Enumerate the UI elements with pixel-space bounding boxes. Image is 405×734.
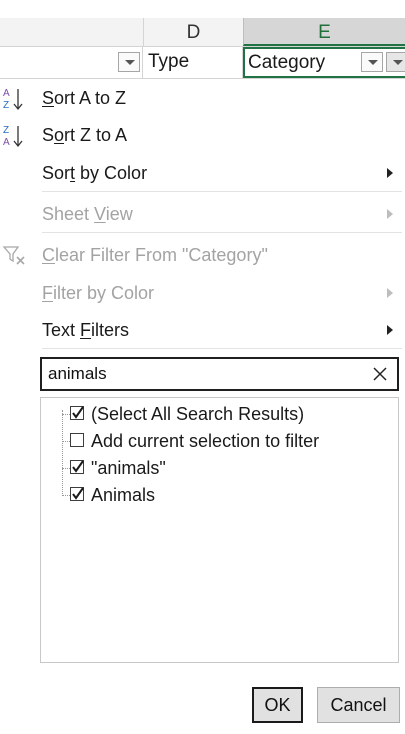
header-cell-category[interactable]: Category	[243, 47, 405, 78]
sort-z-to-a-label: Sort Z to A	[42, 125, 128, 145]
tree-connector	[62, 414, 70, 415]
menu-divider	[42, 348, 402, 349]
list-item-add-selection[interactable]: Add current selection to filter	[41, 428, 396, 454]
sort-a-to-z-label: Sort A to Z	[42, 88, 127, 108]
tree-connector	[62, 468, 70, 469]
sort-a-to-z-icon: A Z	[2, 86, 28, 112]
menu-item-filter-by-color: Filter by Color	[0, 275, 405, 311]
checkbox-select-all[interactable]	[70, 406, 84, 420]
sort-z-to-a-icon: Z A	[2, 123, 28, 149]
menu-item-sort-by-color[interactable]: Sort by Color	[0, 155, 405, 191]
list-item-select-all[interactable]: (Select All Search Results)	[41, 401, 396, 427]
text-filters-label: Text Filters	[42, 320, 130, 340]
svg-text:Z: Z	[3, 125, 9, 136]
checkbox-animals[interactable]	[70, 487, 84, 501]
svg-text:A: A	[3, 137, 10, 148]
menu-item-sort-a-to-z[interactable]: A Z Sort A to Z	[0, 80, 405, 116]
cancel-button[interactable]: Cancel	[317, 687, 400, 723]
header-cell-c[interactable]	[0, 47, 143, 78]
tree-connector	[62, 495, 70, 496]
column-header-d[interactable]: D	[143, 18, 243, 46]
sort-by-color-label: Sort by Color	[42, 163, 148, 183]
list-item-animals-quoted[interactable]: "animals"	[41, 455, 396, 481]
submenu-arrow-icon	[387, 209, 393, 219]
filter-dropdown-button-c[interactable]	[118, 52, 140, 72]
svg-text:Z: Z	[3, 100, 9, 111]
submenu-arrow-icon	[387, 288, 393, 298]
checkbox-animals-quoted[interactable]	[70, 460, 84, 474]
close-icon[interactable]	[371, 365, 389, 383]
search-input[interactable]	[48, 363, 358, 385]
header-label-category: Category	[248, 52, 326, 73]
ok-button[interactable]: OK	[252, 687, 303, 723]
column-header-row: D E	[0, 18, 405, 47]
checkbox-add-selection[interactable]	[70, 433, 84, 447]
filter-by-color-label: Filter by Color	[42, 283, 155, 303]
svg-text:A: A	[3, 88, 10, 99]
menu-item-text-filters[interactable]: Text Filters	[0, 312, 405, 348]
table-header-row: Type Category	[0, 47, 405, 79]
menu-item-clear-filter: Clear Filter From "Category"	[0, 237, 405, 273]
submenu-arrow-icon	[387, 325, 393, 335]
submenu-arrow-icon	[387, 168, 393, 178]
menu-divider	[42, 232, 402, 233]
tree-connector	[62, 441, 70, 442]
list-item-animals[interactable]: Animals	[41, 482, 396, 508]
clear-filter-label: Clear Filter From "Category"	[42, 245, 268, 265]
header-label-type: Type	[148, 51, 190, 72]
filter-values-list: (Select All Search Results) Add current …	[40, 397, 399, 663]
header-cell-type[interactable]: Type	[143, 47, 383, 78]
filter-dropdown-button-category[interactable]	[386, 52, 405, 72]
clear-filter-icon	[2, 243, 28, 269]
menu-divider	[42, 191, 402, 192]
search-box	[40, 357, 399, 391]
menu-item-sort-z-to-a[interactable]: Z A Sort Z to A	[0, 117, 405, 153]
list-item-label: Animals	[91, 485, 156, 505]
list-item-label: Add current selection to filter	[91, 431, 320, 451]
menu-item-sheet-view: Sheet View	[0, 196, 405, 232]
list-item-label: "animals"	[91, 458, 166, 478]
column-header-e[interactable]: E	[243, 18, 405, 46]
sheet-view-label: Sheet View	[42, 204, 133, 224]
list-item-label: (Select All Search Results)	[91, 404, 305, 424]
filter-dropdown-window: D E Type Category A Z Sort A to Z Z A So…	[0, 0, 405, 734]
